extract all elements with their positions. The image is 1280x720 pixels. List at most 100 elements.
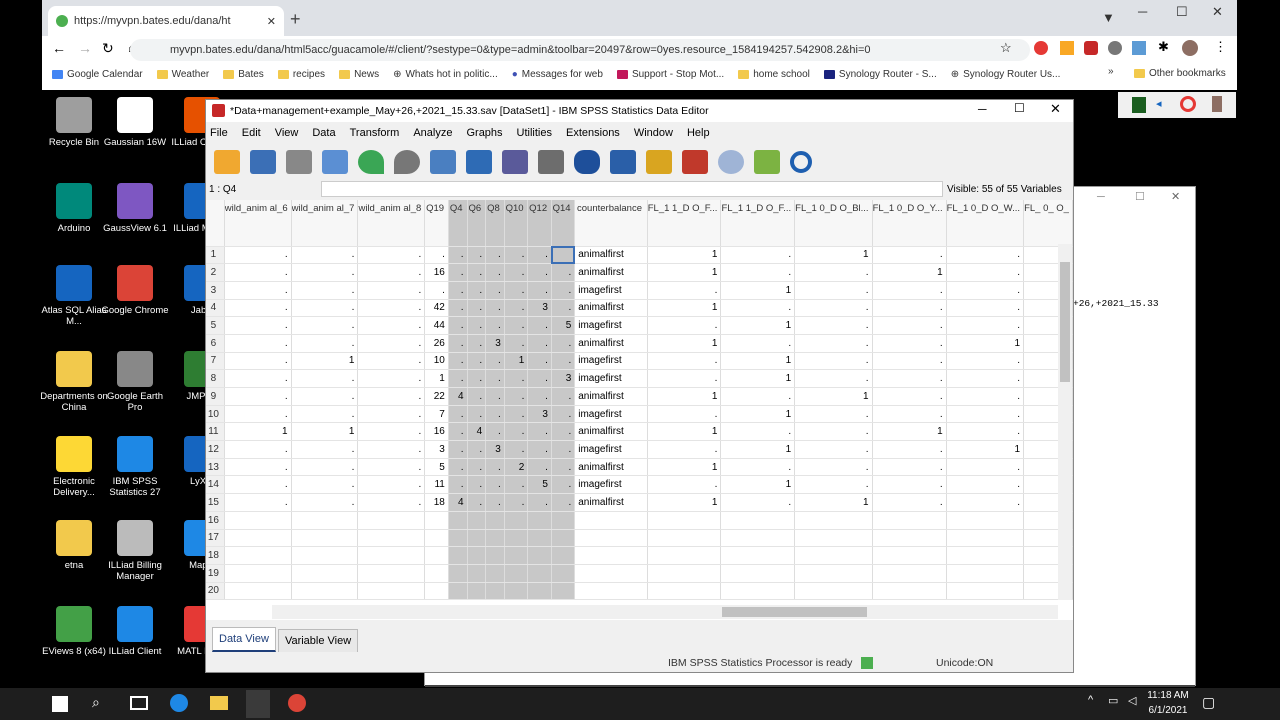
desktop-icon[interactable]: ILLiad Client <box>101 606 169 657</box>
data-cell[interactable]: . <box>448 405 468 424</box>
data-cell[interactable]: . <box>357 405 426 424</box>
data-cell[interactable] <box>504 511 529 530</box>
data-cell[interactable] <box>720 564 796 583</box>
data-cell[interactable]: 1 <box>946 440 1025 459</box>
data-cell[interactable]: . <box>504 263 529 282</box>
data-cell[interactable] <box>872 529 947 548</box>
data-cell[interactable]: 1 <box>720 281 796 300</box>
data-cell[interactable] <box>467 582 487 601</box>
data-cell[interactable]: . <box>291 475 359 495</box>
data-cell[interactable]: . <box>467 458 487 477</box>
data-cell[interactable] <box>720 546 796 565</box>
data-cell[interactable] <box>448 529 468 548</box>
menu-utilities[interactable]: Utilities <box>517 127 552 139</box>
data-cell[interactable] <box>467 564 487 583</box>
bg-minimize-icon[interactable]: ─ <box>1097 191 1105 203</box>
data-cell[interactable]: . <box>872 369 947 388</box>
data-cell[interactable]: . <box>872 334 947 353</box>
data-cell[interactable] <box>485 546 505 565</box>
data-cell[interactable]: . <box>794 369 873 388</box>
desktop-icon[interactable]: Recycle Bin <box>40 97 108 148</box>
data-cell[interactable]: 22 <box>424 387 449 406</box>
data-cell[interactable] <box>504 582 529 601</box>
data-cell[interactable]: . <box>872 316 947 335</box>
tab-variable-view[interactable]: Variable View <box>277 629 359 652</box>
data-cell[interactable]: . <box>467 316 487 335</box>
data-cell[interactable]: . <box>872 440 947 459</box>
data-cell[interactable]: . <box>291 369 359 388</box>
save-icon[interactable] <box>250 150 276 174</box>
column-header[interactable]: FL_1 1_D O_F... <box>720 200 796 247</box>
data-cell[interactable]: . <box>551 475 576 495</box>
data-cell[interactable]: . <box>357 458 426 477</box>
clock-time[interactable]: 11:18 AM <box>1146 690 1190 701</box>
data-cell[interactable]: . <box>424 246 449 265</box>
bookmark-item[interactable]: Google Calendar <box>52 69 143 80</box>
data-cell[interactable]: . <box>224 281 292 300</box>
data-cell[interactable] <box>485 564 505 583</box>
run-descriptives-icon[interactable] <box>538 150 564 174</box>
open-folder-icon[interactable] <box>214 150 240 174</box>
data-cell[interactable]: . <box>357 440 426 459</box>
data-cell[interactable]: 1 <box>224 422 292 442</box>
row-number[interactable]: 4 <box>206 299 225 318</box>
data-cell[interactable]: . <box>647 352 722 371</box>
redo-icon[interactable] <box>394 150 420 174</box>
data-cell[interactable] <box>291 511 359 530</box>
insert-cases-icon[interactable] <box>610 150 636 174</box>
data-cell[interactable]: . <box>467 246 487 265</box>
data-cell[interactable]: . <box>794 422 873 442</box>
data-cell[interactable]: 4 <box>448 387 468 406</box>
data-cell[interactable]: . <box>527 316 552 335</box>
file-explorer-icon[interactable] <box>210 696 228 710</box>
data-cell[interactable]: . <box>291 316 359 335</box>
chrome-icon[interactable] <box>288 694 306 712</box>
desktop-icon[interactable]: Atlas SQL Alias M... <box>40 265 108 327</box>
avatar[interactable] <box>1182 40 1198 56</box>
find-binoculars-icon[interactable] <box>574 150 600 174</box>
bookmark-item[interactable]: Synology Router - S... <box>823 69 937 80</box>
data-cell[interactable] <box>224 582 292 601</box>
data-cell[interactable]: animalfirst <box>574 422 648 442</box>
row-number[interactable]: 11 <box>206 422 225 442</box>
data-cell[interactable]: . <box>504 422 529 442</box>
data-cell[interactable]: . <box>504 246 529 265</box>
data-cell[interactable] <box>527 582 552 601</box>
data-cell[interactable]: animalfirst <box>574 299 648 318</box>
data-cell[interactable]: 1 <box>794 246 873 265</box>
dollar-icon[interactable] <box>1132 97 1146 113</box>
bookmark-item[interactable]: recipes <box>277 69 325 80</box>
close-tab-icon[interactable]: ✕ <box>267 15 276 28</box>
data-cell[interactable] <box>647 564 722 583</box>
data-cell[interactable]: . <box>448 263 468 282</box>
data-cell[interactable]: . <box>291 387 359 406</box>
data-cell[interactable]: 16 <box>424 263 449 282</box>
menu-transform[interactable]: Transform <box>350 127 400 139</box>
data-cell[interactable]: . <box>946 405 1025 424</box>
data-cell[interactable]: . <box>485 281 505 300</box>
data-cell[interactable]: . <box>224 458 292 477</box>
data-cell[interactable] <box>946 582 1025 601</box>
column-header[interactable]: FL_1 1_D O_F... <box>647 200 722 247</box>
bookmark-item[interactable]: home school <box>738 69 810 80</box>
data-cell[interactable]: . <box>647 475 722 495</box>
data-cell[interactable] <box>647 546 722 565</box>
data-cell[interactable] <box>224 511 292 530</box>
data-cell[interactable]: 1 <box>720 475 796 495</box>
data-cell[interactable] <box>357 564 426 583</box>
data-cell[interactable] <box>551 546 576 565</box>
notifications-icon[interactable]: ▢ <box>1202 694 1215 711</box>
start-windows-icon[interactable] <box>52 696 68 712</box>
data-cell[interactable]: 1 <box>872 422 947 442</box>
data-cell[interactable]: animalfirst <box>574 334 648 353</box>
data-cell[interactable]: . <box>467 493 487 512</box>
data-cell[interactable]: 3 <box>551 369 576 388</box>
data-cell[interactable] <box>485 511 505 530</box>
data-cell[interactable]: . <box>794 440 873 459</box>
data-cell[interactable]: . <box>527 281 552 300</box>
data-cell[interactable]: . <box>448 475 468 495</box>
row-number[interactable]: 1 <box>206 246 225 265</box>
data-cell[interactable]: . <box>357 387 426 406</box>
data-cell[interactable]: 1 <box>424 369 449 388</box>
data-cell[interactable] <box>527 529 552 548</box>
